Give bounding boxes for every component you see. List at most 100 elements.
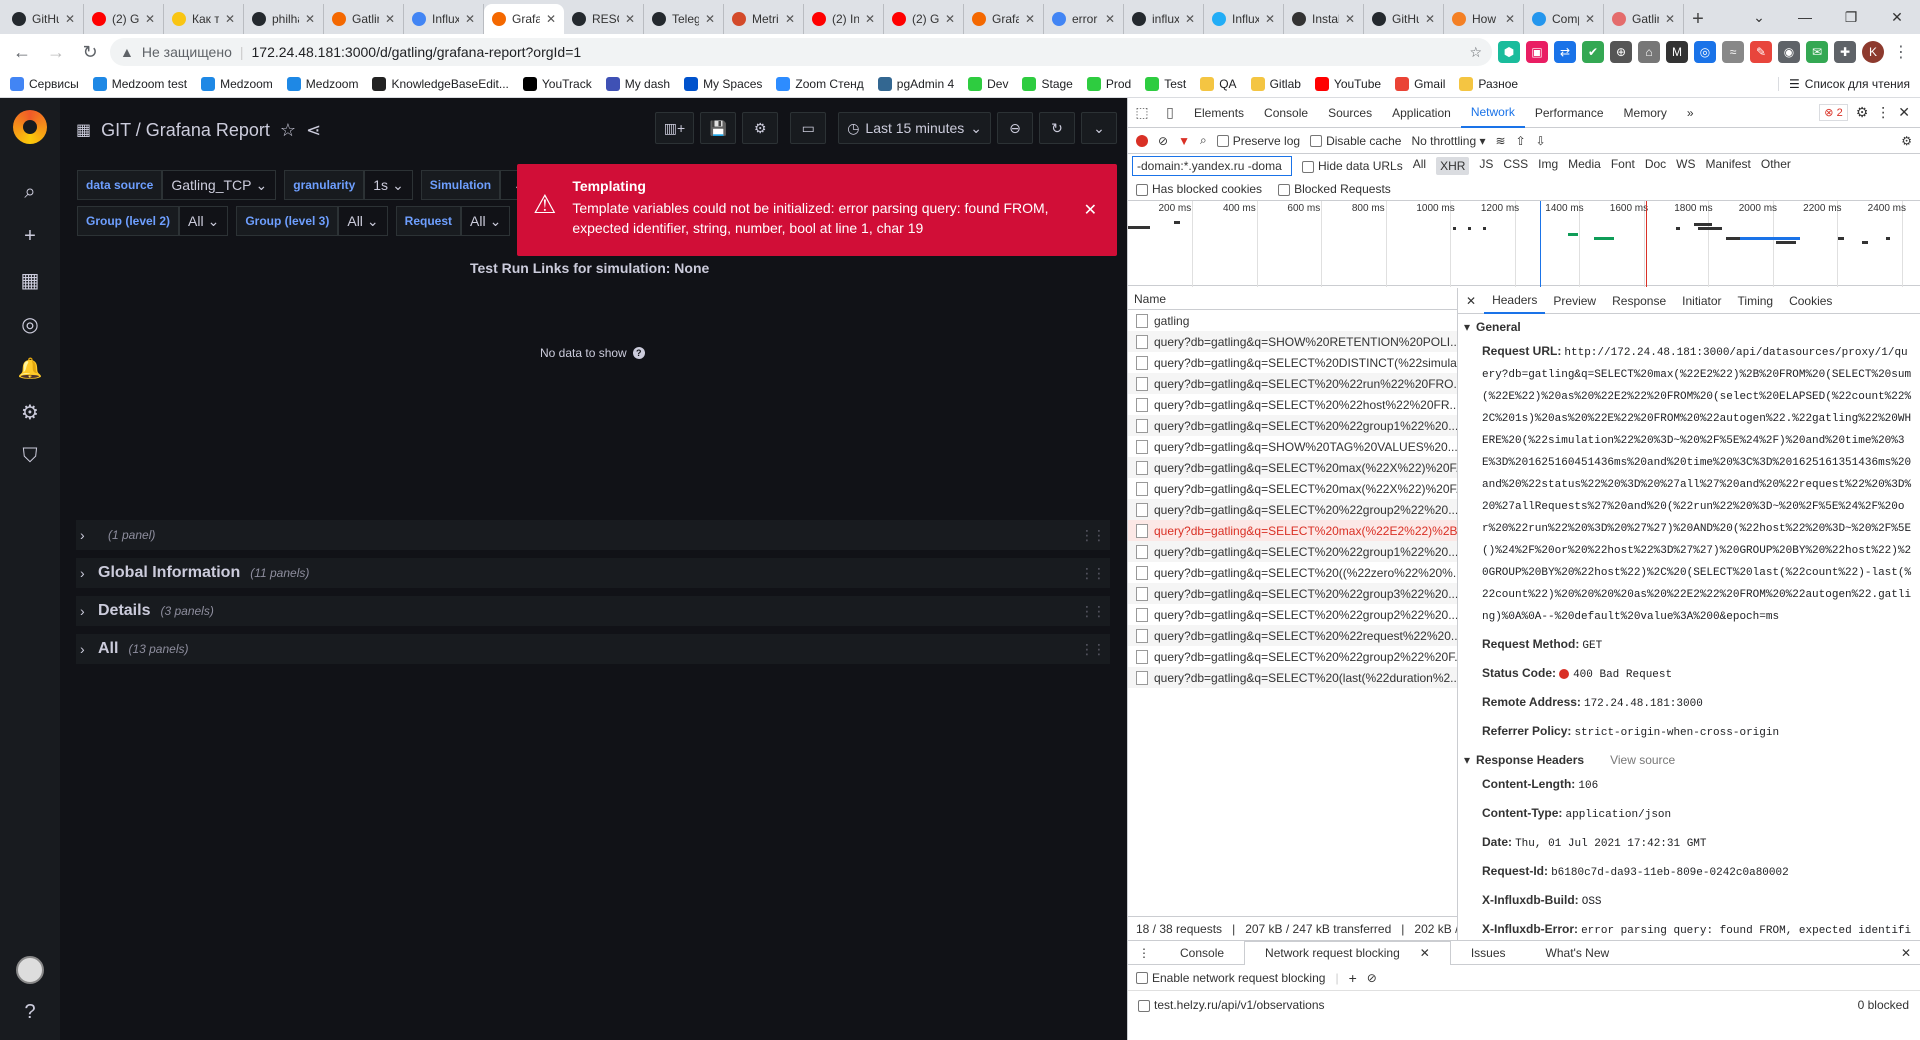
network-conditions-icon[interactable]: ≋ [1496, 134, 1506, 148]
variable-select[interactable]: Gatling_TCP ⌄ [162, 170, 277, 200]
drag-handle-icon[interactable]: ⋮⋮ [1080, 641, 1106, 658]
restore-button[interactable]: ❐ [1828, 0, 1874, 34]
type-filter-xhr[interactable]: XHR [1436, 157, 1470, 175]
hide-data-urls-checkbox[interactable]: Hide data URLs [1302, 159, 1403, 173]
browser-tab[interactable]: Metrics ✕ [724, 4, 804, 34]
alerting-bell-icon[interactable]: 🔔 [0, 346, 60, 390]
bookmark-item[interactable]: YouTube [1314, 76, 1381, 91]
browser-tab[interactable]: Installi ✕ [1284, 4, 1364, 34]
devtools-menu-icon[interactable]: ⋮ [1876, 104, 1890, 121]
type-filter-img[interactable]: Img [1538, 157, 1558, 175]
devtools-tab[interactable]: Elements [1184, 98, 1254, 128]
close-tab-icon[interactable]: ✕ [865, 12, 875, 26]
close-tab-icon[interactable]: ✕ [1265, 12, 1275, 26]
close-tab-icon[interactable]: ✕ [625, 12, 635, 26]
variable-select[interactable]: All ⌄ [338, 206, 388, 236]
alert-close-icon[interactable]: ✕ [1084, 200, 1097, 220]
bookmark-item[interactable]: Stage [1022, 76, 1073, 91]
view-source-link[interactable]: View source [1610, 753, 1675, 767]
close-tab-icon[interactable]: ✕ [65, 12, 75, 26]
type-filter-ws[interactable]: WS [1676, 157, 1695, 175]
enable-blocking-checkbox[interactable]: Enable network request blocking [1136, 971, 1325, 985]
request-row[interactable]: query?db=gatling&q=SELECT%20%22host%22%2… [1128, 394, 1457, 415]
dashboard-row[interactable]: › Details (3 panels) ⋮⋮ [76, 596, 1110, 626]
zoom-out-button[interactable]: ⊖ [997, 112, 1033, 144]
search-icon[interactable]: ⌕ [0, 170, 60, 214]
close-details-icon[interactable]: ✕ [1458, 288, 1484, 314]
request-row[interactable]: query?db=gatling&q=SELECT%20max(%22E2%22… [1128, 520, 1457, 541]
save-dashboard-button[interactable]: 💾 [700, 112, 737, 144]
browser-tab[interactable]: InfluxD ✕ [404, 4, 484, 34]
bookmark-item[interactable]: Разное [1459, 76, 1518, 91]
filter-funnel-icon[interactable]: ▼ [1178, 134, 1190, 148]
back-button[interactable]: ← [8, 38, 36, 66]
omnibox[interactable]: ▲ Не защищено | 172.24.48.181:3000/d/gat… [110, 38, 1492, 66]
response-headers-section-header[interactable]: ▾ Response Headers View source [1458, 747, 1920, 771]
browser-tab[interactable]: GitHub ✕ [4, 4, 84, 34]
drag-handle-icon[interactable]: ⋮⋮ [1080, 527, 1106, 544]
request-row[interactable]: query?db=gatling&q=SHOW%20RETENTION%20PO… [1128, 331, 1457, 352]
browser-tab[interactable]: error p ✕ [1044, 4, 1124, 34]
browser-tab[interactable]: (2) Gat ✕ [884, 4, 964, 34]
explore-compass-icon[interactable]: ◎ [0, 302, 60, 346]
request-row[interactable]: query?db=gatling&q=SELECT%20%22run%22%20… [1128, 373, 1457, 394]
drag-handle-icon[interactable]: ⋮⋮ [1080, 603, 1106, 620]
extension-icon[interactable]: ⌂ [1638, 41, 1660, 63]
browser-tab[interactable]: (2) Inst ✕ [804, 4, 884, 34]
close-tab-icon[interactable]: ✕ [1025, 12, 1035, 26]
type-filter-all[interactable]: All [1413, 157, 1426, 175]
bookmark-item[interactable]: YouTrack [522, 76, 592, 91]
remove-all-icon[interactable]: ⊘ [1367, 971, 1377, 985]
bookmark-item[interactable]: KnowledgeBaseEdit... [372, 76, 509, 91]
bookmark-item[interactable]: Test [1145, 76, 1186, 91]
devtools-tab[interactable]: Application [1382, 98, 1461, 128]
menu-kebab-icon[interactable]: ⋮ [1890, 41, 1912, 63]
puzzle-icon[interactable]: ✚ [1834, 41, 1856, 63]
url-text[interactable]: 172.24.48.181:3000/d/gatling/grafana-rep… [252, 44, 582, 60]
settings-gear-icon[interactable]: ⚙ [1856, 104, 1869, 121]
extension-icon[interactable]: ✔ [1582, 41, 1604, 63]
request-row[interactable]: query?db=gatling&q=SELECT%20(last(%22dur… [1128, 667, 1457, 688]
more-tabs-icon[interactable]: » [1677, 98, 1704, 128]
bookmark-item[interactable]: Medzoom test [92, 76, 187, 91]
close-tab-icon[interactable]: ✕ [1345, 12, 1355, 26]
share-icon[interactable]: ⋖ [306, 120, 321, 141]
dashboard-title[interactable]: GIT / Grafana Report [101, 120, 270, 141]
configuration-gear-icon[interactable]: ⚙ [0, 390, 60, 434]
type-filter-font[interactable]: Font [1611, 157, 1635, 175]
request-row[interactable]: query?db=gatling&q=SELECT%20%22group2%22… [1128, 646, 1457, 667]
add-pattern-icon[interactable]: + [1349, 970, 1357, 986]
dashboard-row[interactable]: › All (13 panels) ⋮⋮ [76, 634, 1110, 664]
bookmark-item[interactable]: Gitlab [1250, 76, 1301, 91]
close-tab-icon[interactable]: ✕ [1665, 12, 1675, 26]
has-blocked-cookies-checkbox[interactable]: Has blocked cookies [1136, 182, 1262, 196]
blocked-pattern-checkbox[interactable]: test.helzy.ru/api/v1/observations [1138, 998, 1325, 1012]
bookmark-item[interactable]: Сервисы [10, 76, 79, 91]
dashboard-row[interactable]: › Global Information (11 panels) ⋮⋮ [76, 558, 1110, 588]
devtools-tab[interactable]: Network [1460, 98, 1525, 128]
error-count-badge[interactable]: ⊗ 2 [1819, 104, 1848, 121]
bookmark-item[interactable]: My dash [605, 76, 670, 91]
extension-icon[interactable]: ✎ [1750, 41, 1772, 63]
browser-tab[interactable]: Gatling ✕ [324, 4, 404, 34]
export-har-icon[interactable]: ⇩ [1536, 134, 1546, 148]
browser-tab[interactable]: (2) Gat ✕ [84, 4, 164, 34]
type-filter-other[interactable]: Other [1761, 157, 1791, 175]
create-plus-icon[interactable]: + [0, 214, 60, 258]
type-filter-doc[interactable]: Doc [1645, 157, 1666, 175]
close-tab-icon[interactable]: ✕ [225, 12, 235, 26]
variable-select[interactable]: All ⌄ [461, 206, 511, 236]
browser-tab[interactable]: Telegra ✕ [644, 4, 724, 34]
request-row[interactable]: query?db=gatling&q=SHOW%20TAG%20VALUES%2… [1128, 436, 1457, 457]
browser-tab[interactable]: influx c ✕ [1124, 4, 1204, 34]
dashboards-icon[interactable]: ▦ [0, 258, 60, 302]
refresh-button[interactable]: ↻ [1039, 112, 1075, 144]
throttling-select[interactable]: No throttling ▾ [1411, 134, 1485, 148]
browser-tab[interactable]: GitHub ✕ [1364, 4, 1444, 34]
tv-mode-button[interactable]: ▭ [790, 112, 827, 144]
minimize-button[interactable]: — [1782, 0, 1828, 34]
request-row[interactable]: query?db=gatling&q=SELECT%20max(%22X%22)… [1128, 478, 1457, 499]
request-row[interactable]: query?db=gatling&q=SELECT%20((%22zero%22… [1128, 562, 1457, 583]
extension-icon[interactable]: ≈ [1722, 41, 1744, 63]
refresh-interval-button[interactable]: ⌄ [1081, 112, 1117, 144]
